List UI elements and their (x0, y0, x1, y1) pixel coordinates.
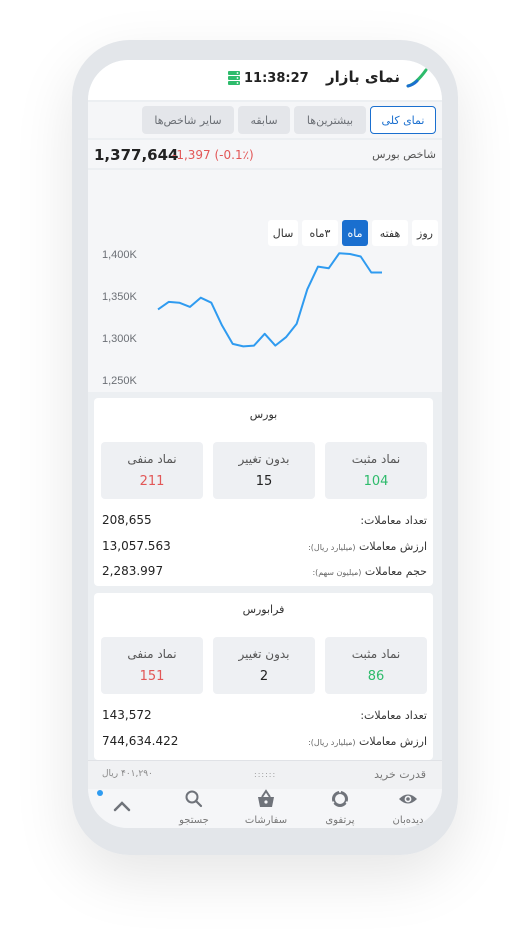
app-screen: نمای بازار 11:38:27 نمای کلی بیشترین‌ها … (88, 60, 442, 828)
nav-search[interactable]: جستجو (164, 789, 224, 828)
nav-label: دیده‌بان (392, 815, 424, 826)
bourse-positive-box[interactable]: نماد مثبت 104 (325, 442, 427, 499)
notification-dot-icon (97, 790, 103, 796)
trade-value-label: ارزش معاملات (میلیارد ریال): (308, 735, 427, 748)
trade-value-label: ارزش معاملات (میلیارد ریال): (308, 540, 427, 553)
y-tick-label: 1,400K (102, 249, 138, 261)
trades-value: 208,655 (102, 513, 152, 527)
bottom-nav: دیده‌بان پرتفوی سفارشات (88, 789, 442, 828)
positive-label: نماد مثبت (351, 647, 401, 661)
index-line-chart: 1,400K1,350K1,300K1,250K1400/09/131400/0… (102, 249, 404, 409)
bourse-card: بورس نماد مثبت 104 بدون تغییر 15 نماد من… (94, 398, 433, 586)
neutral-label: بدون تغییر (238, 452, 290, 466)
positive-label: نماد مثبت (351, 452, 401, 466)
trades-label: تعداد معاملات: (360, 709, 427, 722)
pie-chart-icon (330, 789, 350, 807)
nav-portfolio[interactable]: پرتفوی (310, 789, 370, 828)
negative-label: نماد منفی (127, 647, 177, 661)
y-tick-label: 1,250K (102, 375, 138, 387)
index-value: 1,377,644 (94, 146, 179, 164)
phone-frame: نمای بازار 11:38:27 نمای کلی بیشترین‌ها … (72, 40, 458, 855)
positive-value: 104 (363, 474, 389, 489)
y-tick-label: 1,300K (102, 333, 138, 345)
nav-label: سفارشات (244, 815, 288, 826)
y-tick-label: 1,350K (102, 291, 138, 303)
farabourse-neutral-box[interactable]: بدون تغییر 2 (213, 637, 315, 694)
bourse-neutral-box[interactable]: بدون تغییر 15 (213, 442, 315, 499)
nav-orders[interactable]: سفارشات (236, 789, 296, 828)
tab-top[interactable]: بیشترین‌ها (294, 106, 366, 134)
index-change: -1,397 (-0.1٪) (172, 148, 254, 162)
buying-power-label: قدرت خرید (374, 768, 426, 781)
server-icon (228, 71, 240, 85)
clock: 11:38:27 (244, 71, 309, 86)
negative-label: نماد منفی (127, 452, 177, 466)
volume-value: 2,283.997 (102, 564, 164, 578)
neutral-value: 2 (259, 669, 269, 684)
chevron-up-icon (113, 801, 131, 812)
app-logo-icon (406, 68, 428, 88)
tab-bar: نمای کلی بیشترین‌ها سابقه سایر شاخص‌ها (88, 102, 442, 138)
tab-overview[interactable]: نمای کلی (370, 106, 436, 134)
farabourse-card: فرابورس نماد مثبت 86 بدون تغییر 2 نماد م… (94, 593, 433, 760)
nav-label: جستجو (179, 815, 209, 826)
eye-icon (399, 794, 417, 804)
index-summary: 1,377,644 -1,397 (-0.1٪) شاخص بورس (88, 140, 442, 168)
buying-power-value: ۴۰۱,۲۹۰ ریال (102, 769, 153, 779)
negative-value: 151 (139, 669, 165, 684)
negative-value: 211 (139, 474, 165, 489)
nav-expand[interactable] (92, 789, 152, 828)
drag-handle[interactable]: :::::: (254, 770, 276, 779)
nav-watchlist[interactable]: دیده‌بان (378, 789, 438, 828)
neutral-value: 15 (255, 474, 273, 489)
basket-icon (258, 789, 274, 807)
trade-value-value: 13,057.563 (102, 539, 171, 553)
index-label: شاخص بورس (372, 148, 436, 161)
farabourse-title: فرابورس (242, 603, 285, 616)
trade-value-value: 744,634.422 (102, 734, 179, 748)
app-header: نمای بازار 11:38:27 (88, 60, 442, 100)
positive-value: 86 (367, 669, 385, 684)
buying-power-bar[interactable]: قدرت خرید :::::: ۴۰۱,۲۹۰ ریال (88, 760, 442, 789)
search-icon (185, 790, 203, 808)
farabourse-positive-box[interactable]: نماد مثبت 86 (325, 637, 427, 694)
app-title: نمای بازار (326, 68, 400, 86)
trades-label: تعداد معاملات: (360, 514, 427, 527)
index-series-line (157, 252, 382, 348)
nav-label: پرتفوی (325, 815, 355, 826)
tab-other-indices[interactable]: سایر شاخص‌ها (142, 106, 234, 134)
neutral-label: بدون تغییر (238, 647, 290, 661)
farabourse-negative-box[interactable]: نماد منفی 151 (101, 637, 203, 694)
bourse-title: بورس (249, 408, 278, 421)
tab-history[interactable]: سابقه (238, 106, 290, 134)
volume-label: حجم معاملات (میلیون سهم): (312, 565, 427, 578)
bourse-negative-box[interactable]: نماد منفی 211 (101, 442, 203, 499)
trades-value: 143,572 (102, 708, 152, 722)
